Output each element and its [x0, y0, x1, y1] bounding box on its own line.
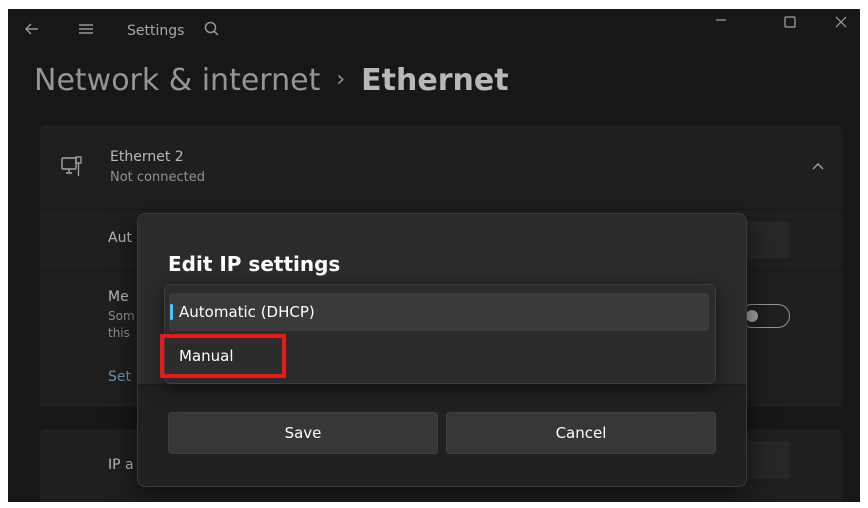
save-button[interactable]: Save: [168, 412, 438, 454]
cancel-button[interactable]: Cancel: [446, 412, 716, 454]
annotation-highlight-box: [160, 334, 286, 378]
dialog-title: Edit IP settings: [168, 252, 341, 276]
settings-window: Settings Network & internet › Ethernet E…: [8, 9, 860, 502]
option-label: Automatic (DHCP): [179, 303, 315, 321]
edit-ip-settings-dialog: Edit IP settings Automatic (DHCP) Manual…: [137, 213, 747, 487]
option-automatic-dhcp[interactable]: Automatic (DHCP): [169, 293, 709, 331]
selected-indicator: [170, 304, 173, 320]
